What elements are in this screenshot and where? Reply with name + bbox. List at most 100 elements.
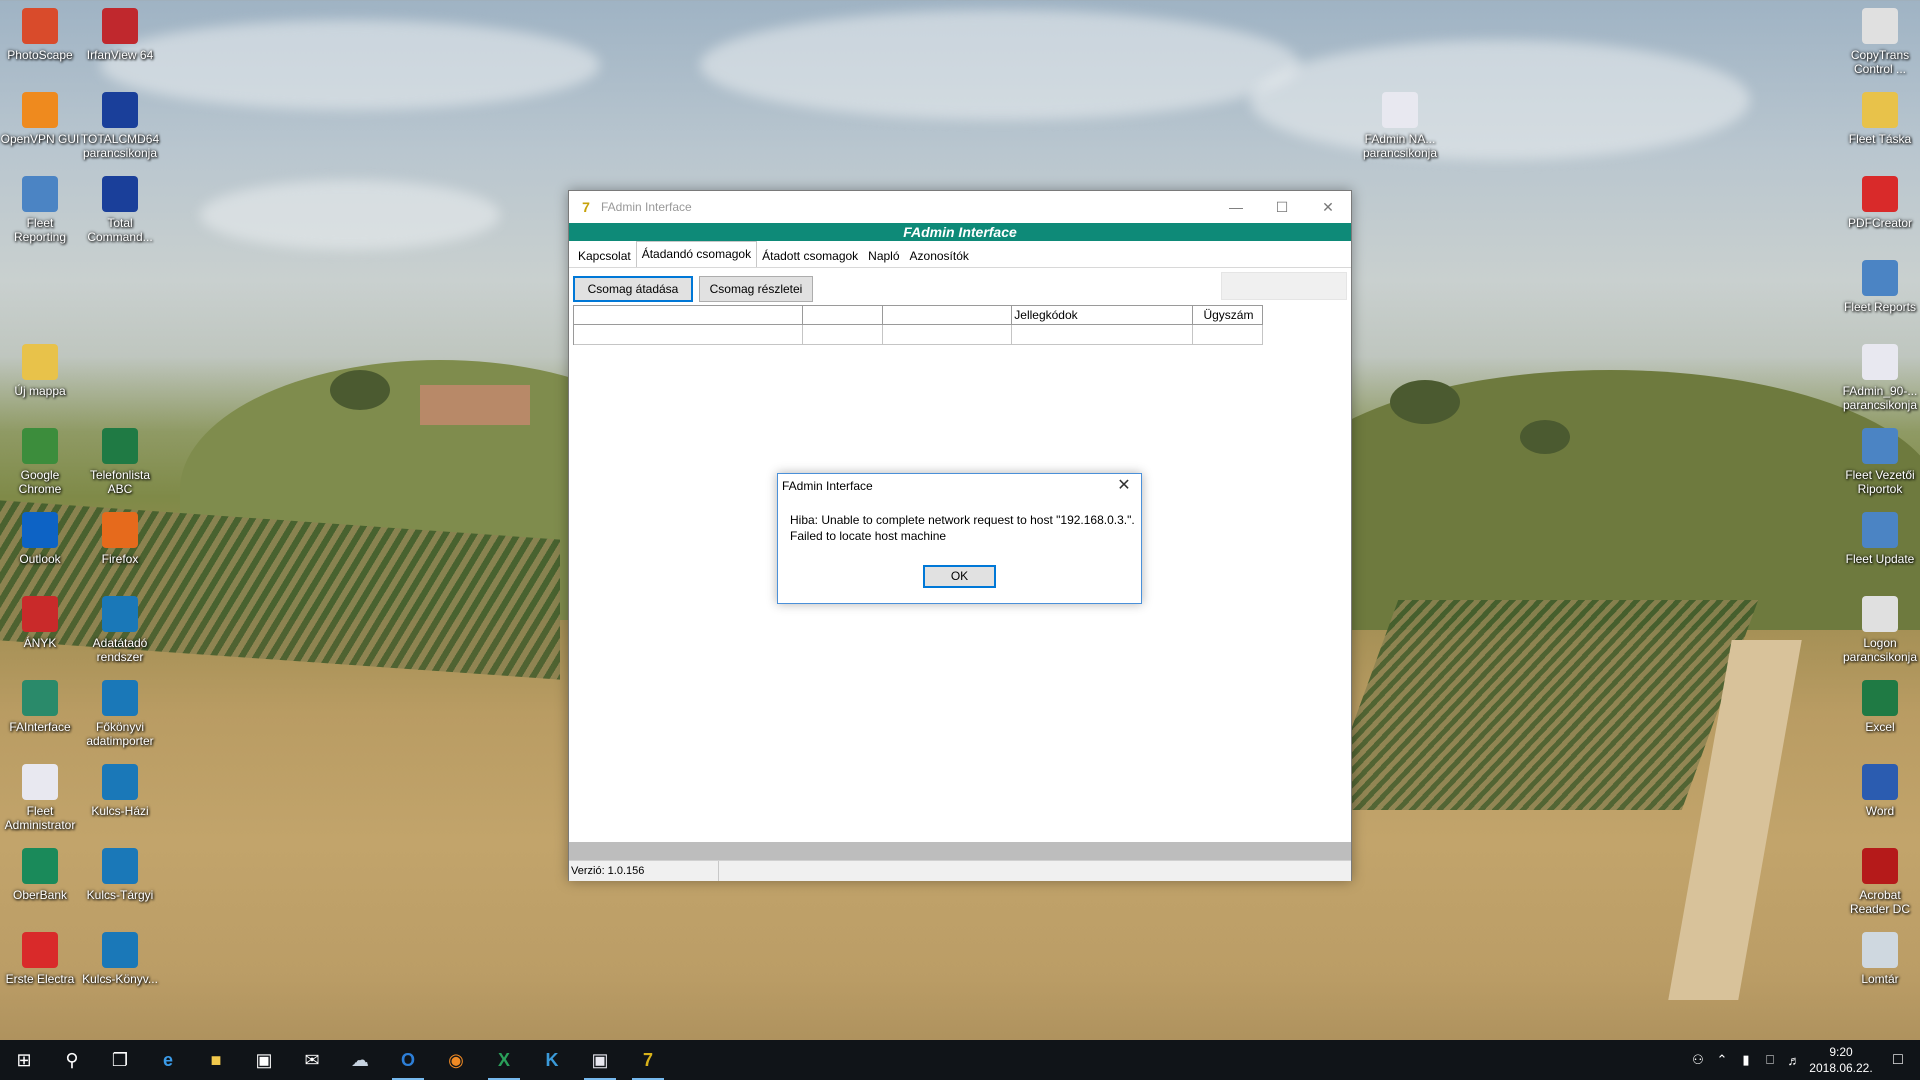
desktop-icon-excel[interactable]: Excel	[1840, 680, 1920, 734]
grid-col-1[interactable]	[574, 305, 803, 325]
mail-icon[interactable]: ✉	[288, 1040, 336, 1080]
desktop-icon-folder[interactable]: Új mappa	[0, 344, 80, 398]
desktop-icon-acrobat[interactable]: Acrobat Reader DC	[1840, 848, 1920, 916]
people-icon[interactable]: ⚇	[1686, 1052, 1710, 1068]
fleet-reporting-icon	[22, 176, 58, 212]
desktop-icon-label: Lomtár	[1861, 972, 1899, 986]
tab-atadando-csomagok[interactable]: Átadandó csomagok	[635, 241, 758, 267]
desktop-icon-label: Excel	[1865, 720, 1895, 734]
desktop-icon-label: FAdmin_90-... parancsikonja	[1842, 384, 1918, 412]
tab-atadott-csomagok[interactable]: Átadott csomagok	[757, 245, 863, 267]
tab-bar: Kapcsolat Átadandó csomagok Átadott csom…	[569, 241, 1351, 267]
close-icon[interactable]: ✕	[1107, 474, 1141, 498]
search-icon[interactable]: ⚲	[48, 1040, 96, 1080]
packages-grid[interactable]: Jellegkódok Ügyszám	[573, 305, 1264, 345]
desktop-icon-copytrans[interactable]: CopyTrans Control ...	[1840, 8, 1920, 76]
desktop-icon-oberbank[interactable]: OberBank	[0, 848, 80, 902]
grid-header: Jellegkódok Ügyszám	[574, 305, 1263, 325]
desktop-icon-adatatado[interactable]: Adatátadó rendszer	[80, 596, 160, 664]
desktop-icon-word[interactable]: Word	[1840, 764, 1920, 818]
fleet-update-icon	[1862, 512, 1898, 548]
desktop-icon-kulcs-konyv[interactable]: Kulcs-Könyv...	[80, 932, 160, 986]
notification-icon[interactable]: □	[1876, 1051, 1920, 1069]
edge-icon[interactable]: e	[144, 1040, 192, 1080]
grid-col-jellegkodok[interactable]: Jellegkódok	[1012, 305, 1193, 325]
desktop-icon-fleet-vezetoi[interactable]: Fleet Vezetői Riportok	[1840, 428, 1920, 496]
desktop-icon-pdfcreator[interactable]: PDFCreator	[1840, 176, 1920, 230]
dialog-title: FAdmin Interface	[782, 479, 873, 493]
desktop-icon-erste-electra[interactable]: Erste Electra	[0, 932, 80, 986]
desktop-icon-label: Fleet Update	[1845, 552, 1915, 566]
grid-col-ugyszam[interactable]: Ügyszám	[1192, 305, 1263, 325]
grid-col-2[interactable]	[802, 305, 883, 325]
volume-icon[interactable]: ♬	[1782, 1053, 1806, 1068]
close-icon[interactable]: ✕	[1305, 191, 1351, 223]
desktop-icon-fleet-admin[interactable]: Fleet Administrator	[0, 764, 80, 832]
app-icon[interactable]: ☁	[336, 1040, 384, 1080]
desktop-icon-kulcs-hazi[interactable]: Kulcs-Házi	[80, 764, 160, 818]
table-row[interactable]	[574, 325, 1264, 345]
desktop-icon-fleet-reports[interactable]: Fleet Reports	[1840, 260, 1920, 314]
desktop-icon-excel-file[interactable]: Telefonlista ABC	[80, 428, 160, 496]
dialog-message-line2: Failed to locate host machine	[790, 529, 947, 543]
excel-icon[interactable]: X	[480, 1040, 528, 1080]
desktop-icon-label: Kulcs-Tárgyi	[86, 888, 154, 902]
package-transfer-button[interactable]: Csomag átadása	[573, 276, 693, 302]
desktop-icon-fadmin-na[interactable]: FAdmin NA... parancsikonja	[1360, 92, 1440, 160]
fadmin-icon[interactable]: ▣	[576, 1040, 624, 1080]
desktop-icon-kulcs-targyi[interactable]: Kulcs-Tárgyi	[80, 848, 160, 902]
minimize-icon[interactable]: —	[1213, 191, 1259, 223]
desktop-icon-photoscape[interactable]: PhotoScape	[0, 8, 80, 62]
chevron-up-icon[interactable]: ⌃	[1710, 1052, 1734, 1068]
system-tray: ⚇ ⌃ ▮ ⎕ ♬ 9:20 2018.06.22. □	[1686, 1040, 1920, 1080]
network-icon[interactable]: ⎕	[1758, 1052, 1782, 1068]
desktop-icon-anyk[interactable]: ÁNYK	[0, 596, 80, 650]
desktop-icon-fleet-update[interactable]: Fleet Update	[1840, 512, 1920, 566]
desktop-icon-chrome[interactable]: Google Chrome	[0, 428, 80, 496]
adatatado-icon	[102, 596, 138, 632]
desktop-icon-openvpn[interactable]: OpenVPN GUI	[0, 92, 80, 146]
toolbar-field[interactable]	[1221, 272, 1347, 300]
store-icon[interactable]: ▣	[240, 1040, 288, 1080]
file-explorer-icon[interactable]: ■	[192, 1040, 240, 1080]
grid-col-3[interactable]	[882, 305, 1013, 325]
window-titlebar[interactable]: 7 FAdmin Interface — ☐ ✕	[569, 191, 1351, 223]
desktop-icon-label: Telefonlista ABC	[89, 468, 151, 496]
tab-naplo[interactable]: Napló	[863, 245, 904, 267]
tab-azonositok[interactable]: Azonosítók	[905, 245, 974, 267]
maximize-icon[interactable]: ☐	[1259, 191, 1305, 223]
ok-button[interactable]: OK	[923, 565, 996, 588]
package-details-button[interactable]: Csomag részletei	[699, 276, 813, 302]
desktop-icon-label: Fleet Vezetői Riportok	[1845, 468, 1915, 496]
battery-icon[interactable]: ▮	[1734, 1052, 1758, 1068]
task-view-icon[interactable]: ❐	[96, 1040, 144, 1080]
desktop-icon-fainterface[interactable]: FAInterface	[0, 680, 80, 734]
outlook-icon[interactable]: O	[384, 1040, 432, 1080]
desktop-icon-total-commander[interactable]: Total Command...	[80, 176, 160, 244]
desktop-icon-fokonyvi[interactable]: Főkönyvi adatimporter	[80, 680, 160, 748]
desktop-icon-logon[interactable]: Logon parancsikonja	[1840, 596, 1920, 664]
desktop-icon-label: Outlook	[19, 552, 61, 566]
desktop-icon-irfanview[interactable]: IrfanView 64	[80, 8, 160, 62]
desktop-icon-totalcmd[interactable]: TOTALCMD64 parancsikonja	[80, 92, 160, 160]
tab-kapcsolat[interactable]: Kapcsolat	[573, 245, 636, 267]
window-title: FAdmin Interface	[601, 200, 692, 214]
desktop-icon-folder[interactable]: Fleet Táska	[1840, 92, 1920, 146]
fainterface-icon[interactable]: 7	[624, 1040, 672, 1080]
totalcmd-icon	[102, 92, 138, 128]
desktop-icon-outlook[interactable]: Outlook	[0, 512, 80, 566]
app-banner: FAdmin Interface	[569, 223, 1351, 241]
desktop-icon-label: FAdmin NA... parancsikonja	[1362, 132, 1438, 160]
desktop-icon-fleet-reporting[interactable]: Fleet Reporting	[0, 176, 80, 244]
desktop-icon-fadmin-90[interactable]: FAdmin_90-... parancsikonja	[1840, 344, 1920, 412]
fleet-vezetoi-icon	[1862, 428, 1898, 464]
kulcs-icon[interactable]: K	[528, 1040, 576, 1080]
excel-icon	[1862, 680, 1898, 716]
desktop-icon-firefox[interactable]: Firefox	[80, 512, 160, 566]
clock[interactable]: 9:20 2018.06.22.	[1806, 1044, 1876, 1076]
firefox-icon[interactable]: ◉	[432, 1040, 480, 1080]
kulcs-konyv-icon	[102, 932, 138, 968]
dialog-titlebar[interactable]: FAdmin Interface ✕	[778, 474, 1141, 498]
desktop-icon-recycle-bin[interactable]: Lomtár	[1840, 932, 1920, 986]
start-icon[interactable]: ⊞	[0, 1040, 48, 1080]
